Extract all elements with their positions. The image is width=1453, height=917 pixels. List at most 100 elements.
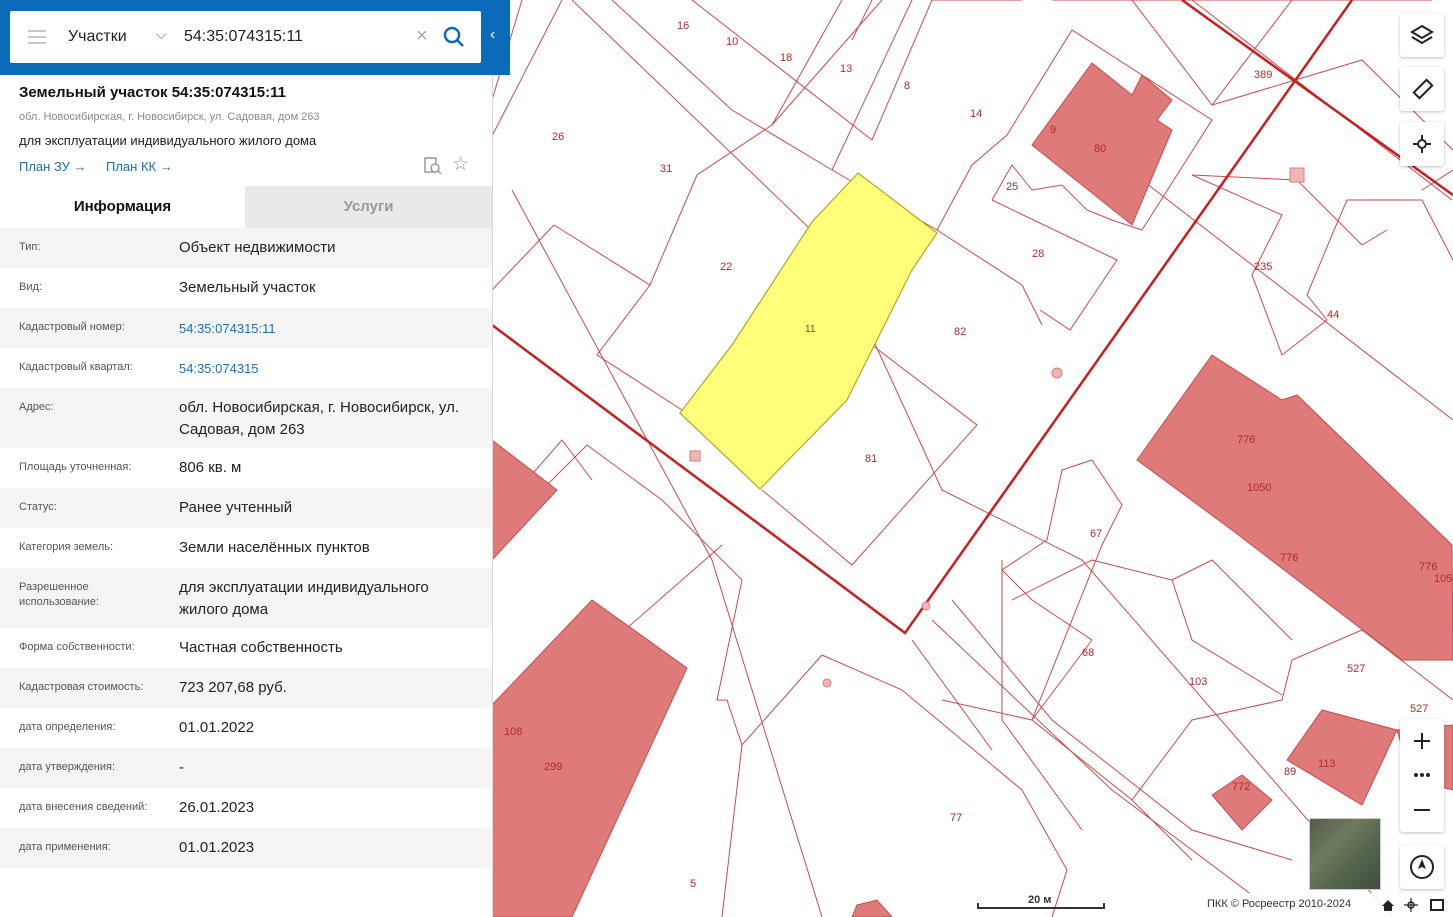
parcel-label: 26 (552, 131, 564, 143)
plan-zu-link[interactable]: План ЗУ → (19, 159, 87, 174)
footer-icons (1382, 898, 1444, 912)
parcel-label: 1050 (1247, 482, 1271, 494)
zoom-out-button[interactable] (1400, 788, 1444, 832)
info-label: Кадастровая стоимость: (19, 681, 144, 693)
parcel-label: 25 (1006, 181, 1018, 193)
layers-button[interactable] (1400, 13, 1444, 57)
info-label: Кадастровый квартал: (19, 361, 133, 373)
info-row: Кадастровый номер: 54:35:074315:11 (0, 308, 492, 348)
parcel-label: 44 (1327, 309, 1339, 321)
parcel-label: 82 (954, 326, 966, 338)
object-type-select[interactable]: Участки (68, 28, 127, 46)
info-value-link[interactable]: 54:35:074315 (179, 358, 479, 380)
locate-button[interactable] (1400, 122, 1444, 166)
layers-icon (1410, 24, 1434, 45)
favorite-star-icon[interactable]: ☆ (452, 155, 469, 175)
info-value-link[interactable]: 54:35:074315:11 (179, 318, 479, 340)
search-icon[interactable] (442, 25, 466, 49)
info-label: Площадь уточненная: (19, 461, 132, 473)
info-row: Тип: Объект недвижимости (0, 228, 492, 268)
parcel-label: 67 (1090, 528, 1102, 540)
parcel-label: 113 (1318, 758, 1336, 770)
scale-bar (977, 903, 1105, 909)
tab-services[interactable]: Услуги (245, 186, 492, 228)
chevron-down-icon[interactable]: ⌵ (156, 26, 167, 43)
info-label: дата применения: (19, 841, 111, 853)
info-value: Объект недвижимости (179, 239, 336, 256)
zoom-controls (1400, 719, 1444, 832)
info-row: Статус: Ранее учтенный (0, 488, 492, 528)
search-box: Участки ⌵ × (10, 11, 481, 63)
menu-icon[interactable] (28, 30, 46, 48)
parcel-label: 772 (1232, 781, 1250, 793)
tab-information[interactable]: Информация (0, 186, 245, 228)
info-label: Адрес: (19, 401, 54, 413)
info-row: Вид: Земельный участок (0, 268, 492, 308)
search-input[interactable] (184, 28, 404, 46)
info-label: Кадастровый номер: (19, 321, 125, 333)
parcel-label: 527 (1410, 703, 1428, 715)
collapse-panel-icon[interactable]: ‹ (490, 26, 495, 44)
zoom-in-button[interactable] (1400, 719, 1444, 763)
info-label: дата внесения сведений: (19, 801, 148, 813)
parcel-label: 776 (1280, 552, 1298, 564)
plus-icon (1414, 733, 1430, 749)
info-label: Категория земель: (19, 541, 114, 553)
parcel-label: 8 (904, 80, 910, 92)
plan-kk-link[interactable]: План КК → (106, 159, 173, 174)
parcel-label: 10 (726, 36, 738, 48)
parcel-label: 13 (840, 63, 852, 75)
satellite-layer-thumbnail[interactable] (1309, 818, 1381, 890)
scale-label: 20 м (1028, 894, 1052, 906)
info-value: 26.01.2023 (179, 799, 255, 816)
parcel-label: 28 (1032, 248, 1044, 260)
parcel-label: 68 (1082, 647, 1094, 659)
panel-tabs: Информация Услуги (0, 186, 492, 228)
parcel-label: 103 (1189, 676, 1207, 688)
info-row: дата внесения сведений: 26.01.2023 (0, 788, 492, 828)
parcel-label: 5 (690, 878, 696, 890)
fullscreen-icon[interactable] (1430, 899, 1444, 911)
more-icon (1414, 773, 1430, 777)
info-label: дата определения: (19, 721, 116, 733)
info-table: Тип: Объект недвижимости Вид: Земельный уча… (0, 228, 492, 868)
clear-icon[interactable]: × (416, 25, 428, 48)
document-search-icon[interactable] (423, 156, 443, 176)
info-value: - (179, 759, 184, 776)
info-value: 01.01.2022 (179, 719, 255, 736)
info-row: Категория земель: Земли населённых пункто… (0, 528, 492, 568)
compass-button[interactable] (1400, 845, 1444, 889)
copyright-text: ПКК © Росреестр 2010-2024 (1207, 898, 1352, 910)
parcel-label: 1050 (1434, 573, 1453, 585)
crosshair-icon (1413, 135, 1431, 153)
parcel-label: 11 (805, 324, 816, 335)
parcel-label: 299 (544, 761, 562, 773)
search-bar: Участки ⌵ × ‹ (0, 0, 510, 75)
more-button[interactable] (1400, 763, 1444, 787)
ruler-button[interactable] (1400, 67, 1444, 111)
parcel-label: 776 (1237, 434, 1255, 446)
parcel-label: 108 (504, 726, 522, 738)
map-canvas[interactable]: 16 10 18 13 8 14 389 26 31 9 80 25 22 28… (492, 0, 1453, 917)
locate-small-icon[interactable] (1404, 898, 1418, 912)
parcel-label: 389 (1254, 69, 1272, 81)
info-value: Земельный участок (179, 279, 316, 296)
info-value: обл. Новосибирская, г. Новосибирск, ул. … (179, 399, 460, 438)
minus-icon (1414, 809, 1430, 811)
ruler-icon (1412, 78, 1434, 100)
info-row: Кадастровая стоимость: 723 207,68 руб. (0, 668, 492, 708)
parcel-label: 22 (720, 261, 732, 273)
home-icon[interactable] (1382, 900, 1394, 911)
parcel-label: 235 (1254, 261, 1272, 273)
info-value: 01.01.2023 (179, 839, 255, 856)
parcel-label: 9 (1050, 124, 1056, 136)
info-value: 723 207,68 руб. (179, 679, 287, 696)
parcel-label: 81 (865, 453, 877, 465)
info-row: Площадь уточненная: 806 кв. м (0, 448, 492, 488)
info-value: Земли населённых пунктов (179, 539, 370, 556)
info-row: Форма собственности: Частная собственност… (0, 628, 492, 668)
cadastral-map[interactable]: 16 10 18 13 8 14 389 26 31 9 80 25 22 28… (492, 0, 1453, 917)
parcel-label: 89 (1284, 766, 1296, 778)
parcel-use: для эксплуатации индивидуального жилого … (19, 133, 317, 148)
parcel-title: Земельный участок 54:35:074315:11 (19, 84, 286, 101)
